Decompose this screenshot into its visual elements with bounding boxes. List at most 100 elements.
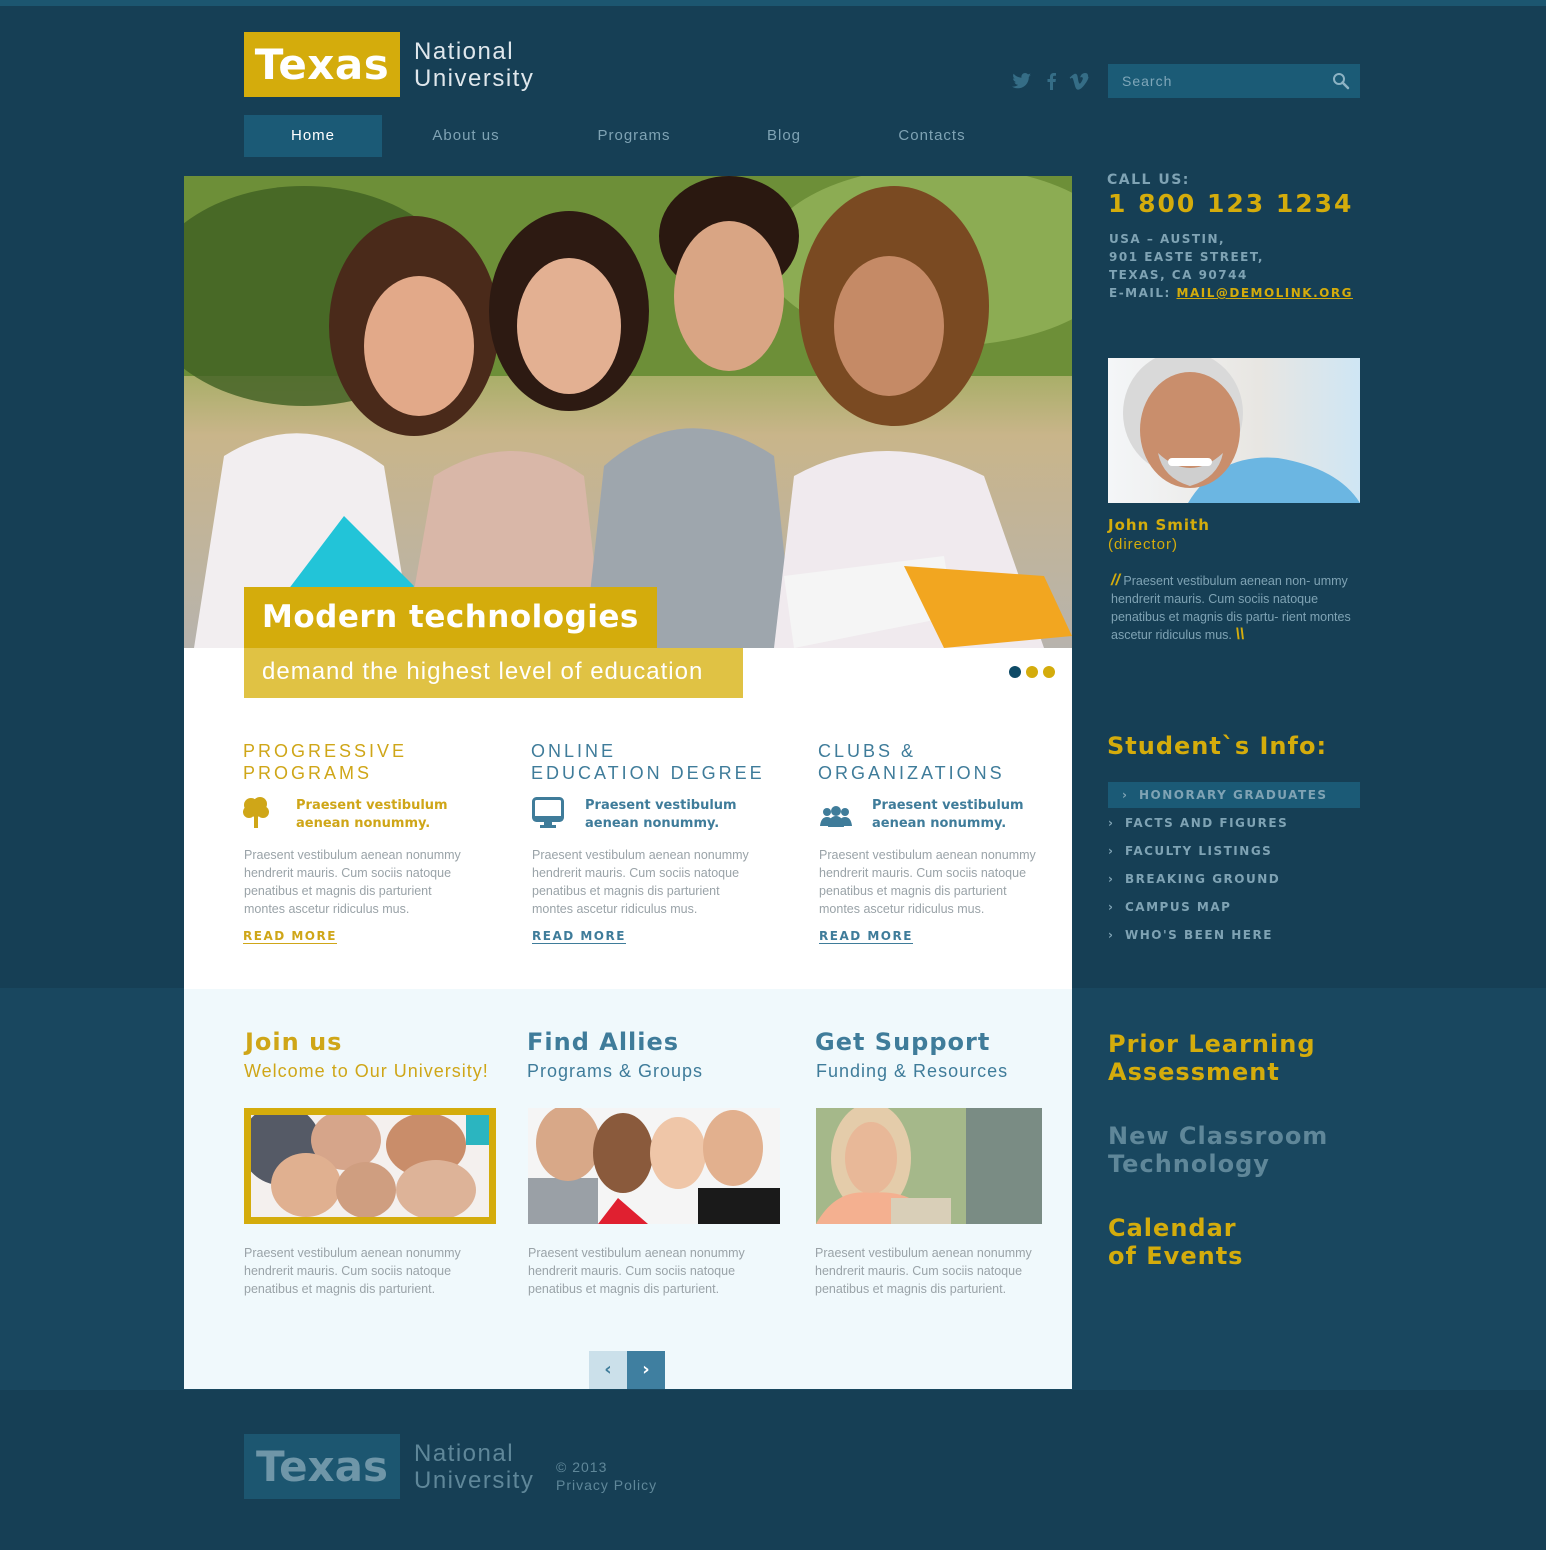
director-quote: // Praesent vestibulum aenean non- ummy …: [1111, 572, 1351, 644]
privacy-policy-link[interactable]: Privacy Policy: [556, 1477, 657, 1493]
director-role: (director): [1108, 536, 1179, 553]
student-info-item-honorary-graduates[interactable]: › HONORARY GRADUATES: [1108, 782, 1360, 808]
feature-title: CLUBS & ORGANIZATIONS: [818, 740, 1005, 784]
email-label: E-MAIL:: [1109, 286, 1171, 300]
feature-lead: Praesent vestibulum aenean nonummy.: [872, 797, 1024, 833]
read-more-link[interactable]: READ MORE: [819, 929, 913, 944]
address-line: USA – AUSTIN,: [1109, 232, 1226, 246]
slider-dot-2[interactable]: [1026, 666, 1038, 678]
search-box: [1108, 64, 1360, 98]
logo-subtitle-line1: National: [414, 38, 515, 65]
feature-lead-line1: Praesent vestibulum: [296, 798, 448, 813]
next-button[interactable]: ›: [627, 1351, 665, 1389]
feature-text: Praesent vestibulum aenean nonummy hendr…: [819, 848, 1036, 916]
find-allies-text: Praesent vestibulum aenean nonummy hendr…: [528, 1246, 745, 1296]
search-input[interactable]: [1108, 64, 1328, 98]
chevron-right-icon: ›: [1108, 900, 1115, 914]
hero-slider-image[interactable]: [184, 176, 1072, 648]
monitor-icon: [532, 797, 564, 828]
feature-lead-line2: aenean nonummy.: [872, 816, 1007, 831]
students-group-photo: [528, 1108, 780, 1224]
student-info-item-whos-been-here[interactable]: › WHO'S BEEN HERE: [1108, 922, 1360, 948]
student-info-label: FACTS AND FIGURES: [1125, 816, 1289, 830]
student-info-label: HONORARY GRADUATES: [1139, 788, 1328, 802]
feature-lead-line2: aenean nonummy.: [585, 816, 720, 831]
student-with-books-photo: [816, 1108, 1042, 1224]
footer-logo-subtitle: National University: [414, 1440, 534, 1494]
students-circle-photo: [251, 1115, 489, 1217]
get-support-image[interactable]: [816, 1108, 1042, 1224]
side-link-line2: Technology: [1108, 1150, 1270, 1178]
vimeo-icon[interactable]: [1069, 73, 1089, 90]
logo[interactable]: Texas: [244, 32, 400, 97]
phone-number[interactable]: 1 800 123 1234: [1108, 189, 1353, 218]
feature-lead-line1: Praesent vestibulum: [585, 798, 737, 813]
get-support-title[interactable]: Get Support: [815, 1028, 990, 1056]
group-icon: [820, 806, 852, 827]
close-quote-icon: \\: [1235, 626, 1245, 643]
address-line: 901 EASTE STREET,: [1109, 250, 1264, 264]
slider-dot-1[interactable]: [1009, 666, 1021, 678]
feature-title: PROGRESSIVE PROGRAMS: [243, 740, 407, 784]
chevron-right-icon: ›: [1122, 788, 1129, 802]
side-link-line2: Assessment: [1108, 1058, 1280, 1086]
student-info-item-faculty-listings[interactable]: › FACULTY LISTINGS: [1108, 838, 1360, 864]
feature-title-line1: CLUBS &: [818, 741, 917, 761]
find-allies-title[interactable]: Find Allies: [527, 1028, 679, 1056]
email-link[interactable]: MAIL@DEMOLINK.ORG: [1177, 286, 1353, 300]
chevron-right-icon: ›: [1108, 928, 1115, 942]
logo-subtitle: National University: [414, 38, 534, 92]
chevron-right-icon: ›: [1108, 844, 1115, 858]
join-us-image[interactable]: [244, 1108, 496, 1224]
read-more-link[interactable]: READ MORE: [243, 929, 337, 944]
read-more-link[interactable]: READ MORE: [532, 929, 626, 944]
student-info-item-campus-map[interactable]: › CAMPUS MAP: [1108, 894, 1360, 920]
footer-logo[interactable]: Texas: [244, 1434, 400, 1499]
hero-caption-subtitle: demand the highest level of education: [244, 648, 743, 698]
student-info-title: Student`s Info:: [1107, 732, 1328, 760]
search-icon[interactable]: [1332, 72, 1350, 90]
student-info-label: CAMPUS MAP: [1125, 900, 1232, 914]
feature-lead-line2: aenean nonummy.: [296, 816, 431, 831]
new-classroom-technology-link[interactable]: New Classroom Technology: [1108, 1122, 1328, 1178]
email-row: E-MAIL: MAIL@DEMOLINK.ORG: [1109, 284, 1353, 302]
prior-learning-link[interactable]: Prior Learning Assessment: [1108, 1030, 1316, 1086]
director-photo: [1108, 358, 1360, 503]
student-info-item-breaking-ground[interactable]: › BREAKING GROUND: [1108, 866, 1360, 892]
nav-about-us[interactable]: About us: [410, 115, 522, 157]
top-band: [0, 0, 1546, 6]
hero-caption-title: Modern technologies: [244, 587, 657, 648]
facebook-icon[interactable]: [1045, 72, 1057, 90]
feature-title-line1: ONLINE: [531, 741, 617, 761]
feature-lead: Praesent vestibulum aenean nonummy.: [296, 797, 448, 833]
slider-dot-3[interactable]: [1043, 666, 1055, 678]
find-allies-subtitle: Programs & Groups: [527, 1061, 704, 1081]
twitter-icon[interactable]: [1012, 72, 1032, 90]
feature-title-line2: EDUCATION DEGREE: [531, 763, 765, 783]
open-quote-icon: //: [1111, 572, 1120, 589]
director-portrait: [1123, 358, 1360, 503]
quote-text: Praesent vestibulum aenean non- ummy hen…: [1111, 574, 1351, 642]
feature-lead-line1: Praesent vestibulum: [872, 798, 1024, 813]
feature-title-line1: PROGRESSIVE: [243, 741, 408, 761]
side-link-line1: Calendar: [1108, 1214, 1237, 1242]
chevron-right-icon: ›: [1108, 816, 1115, 830]
footer-meta: © 2013 Privacy Policy: [556, 1458, 657, 1494]
call-us-label: CALL US:: [1107, 172, 1190, 188]
nav-programs[interactable]: Programs: [580, 115, 688, 157]
footer-subtitle-line1: National: [414, 1440, 515, 1467]
prev-button[interactable]: ‹: [589, 1351, 627, 1389]
find-allies-image[interactable]: [528, 1108, 780, 1224]
join-us-title[interactable]: Join us: [245, 1028, 342, 1056]
nav-home[interactable]: Home: [244, 115, 382, 157]
feature-title-line2: ORGANIZATIONS: [818, 763, 1005, 783]
calendar-of-events-link[interactable]: Calendar of Events: [1108, 1214, 1243, 1270]
nav-blog[interactable]: Blog: [750, 115, 818, 157]
student-info-item-facts-and-figures[interactable]: › FACTS AND FIGURES: [1108, 810, 1360, 836]
side-link-line1: New Classroom: [1108, 1122, 1329, 1150]
feature-lead: Praesent vestibulum aenean nonummy.: [585, 797, 737, 833]
get-support-subtitle: Funding & Resources: [816, 1061, 1009, 1081]
chevron-right-icon: ›: [1108, 872, 1115, 886]
students-photo: [184, 176, 1072, 648]
nav-contacts[interactable]: Contacts: [882, 115, 982, 157]
